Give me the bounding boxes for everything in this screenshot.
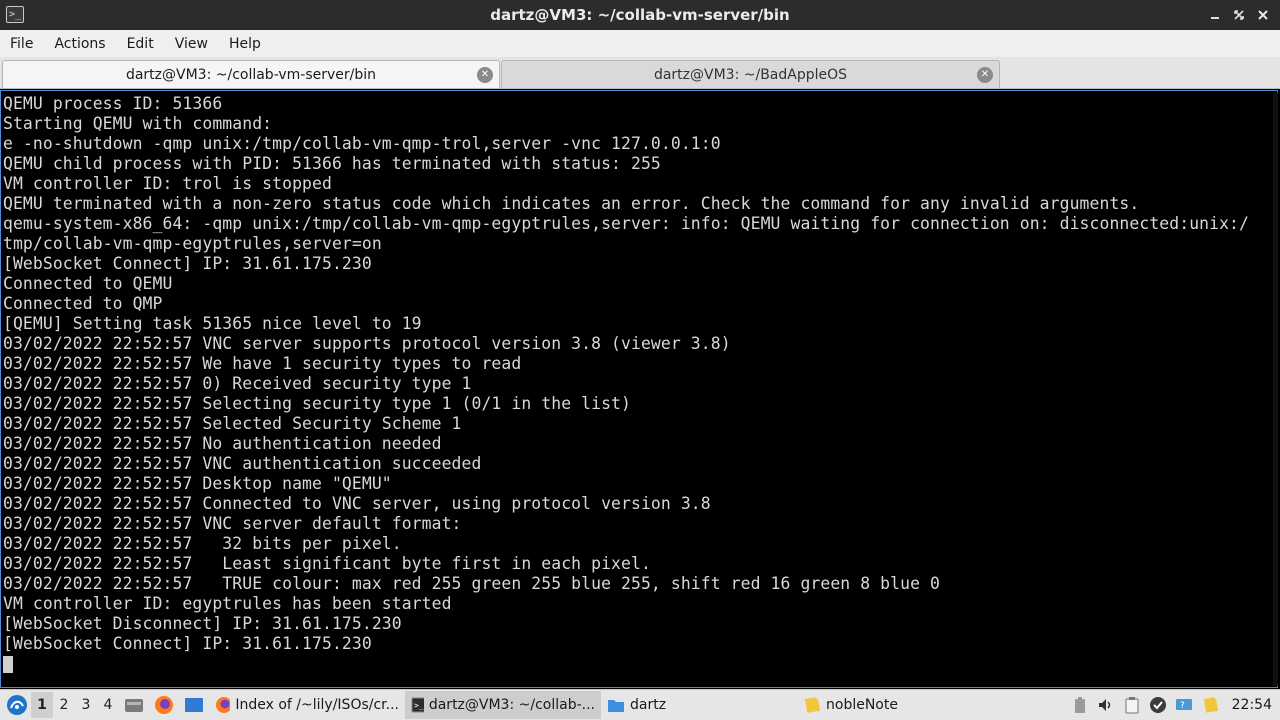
terminal-line: e -no-shutdown -qmp unix:/tmp/collab-vm-… [3, 134, 721, 153]
terminal-prompt-line [3, 654, 1277, 674]
desktop-switch-3[interactable]: 3 [75, 692, 97, 718]
menu-bar: File Actions Edit View Help [0, 30, 1280, 57]
terminal-line: tmp/collab-vm-qmp-egyptrules,server=on [3, 234, 382, 253]
tab-label: dartz@VM3: ~/BadAppleOS [653, 66, 848, 83]
terminal-line: 03/02/2022 22:52:57 Selecting security t… [3, 394, 631, 413]
clipboard-icon[interactable] [1122, 695, 1142, 715]
task-label: nobleNote [826, 697, 898, 713]
terminal-scrollbar[interactable] [1273, 92, 1278, 686]
maximize-button[interactable] [1232, 8, 1246, 22]
firefox-icon [155, 696, 173, 714]
start-menu-button[interactable] [3, 691, 31, 719]
task-file-manager[interactable]: dartz [601, 691, 797, 719]
terminal-output[interactable]: QEMU process ID: 51366 Starting QEMU with… [0, 90, 1278, 688]
terminal-line: 03/02/2022 22:52:57 Connected to VNC ser… [3, 494, 711, 513]
terminal-line: [WebSocket Connect] IP: 31.61.175.230 [3, 634, 372, 653]
network-icon[interactable]: ? [1174, 695, 1194, 715]
terminal-line: [WebSocket Connect] IP: 31.61.175.230 [3, 254, 372, 273]
terminal-line: 03/02/2022 22:52:57 VNC server default f… [3, 514, 462, 533]
lubuntu-logo-icon [7, 695, 27, 715]
terminal-line: 03/02/2022 22:52:57 32 bits per pixel. [3, 534, 402, 553]
terminal-line: 03/02/2022 22:52:57 Least significant by… [3, 554, 651, 573]
menu-file[interactable]: File [10, 36, 44, 52]
terminal-line: VM controller ID: egyptrules has been st… [3, 594, 452, 613]
desktop-switch-1[interactable]: 1 [31, 692, 53, 718]
window-title: dartz@VM3: ~/collab-vm-server/bin [490, 6, 790, 24]
desktop-icon [185, 698, 203, 712]
tab-collab-vm-server[interactable]: dartz@VM3: ~/collab-vm-server/bin ✕ [2, 60, 500, 88]
terminal-line: 03/02/2022 22:52:57 Selected Security Sc… [3, 414, 462, 433]
terminal-line: qemu-system-x86_64: -qmp unix:/tmp/colla… [3, 214, 1249, 233]
task-firefox[interactable]: Index of /~lily/ISOs/cr... [209, 691, 405, 719]
tab-badappleos[interactable]: dartz@VM3: ~/BadAppleOS ✕ [501, 60, 1000, 88]
tab-label: dartz@VM3: ~/collab-vm-server/bin [125, 66, 377, 83]
terminal-line: 03/02/2022 22:52:57 TRUE colour: max red… [3, 574, 940, 593]
task-terminal[interactable]: >_ dartz@VM3: ~/collab-... [405, 691, 601, 719]
system-tray: ? 22:54 [1070, 695, 1280, 715]
terminal-line: 03/02/2022 22:52:57 No authentication ne… [3, 434, 442, 453]
terminal-line: 03/02/2022 22:52:57 We have 1 security t… [3, 354, 522, 373]
minimize-icon [1211, 17, 1219, 19]
launch-file-manager-button[interactable] [122, 693, 146, 717]
terminal-line: 03/02/2022 22:52:57 Desktop name "QEMU" [3, 474, 392, 493]
taskbar: 1 2 3 4 Index of /~lily/ISOs/cr... >_ da… [0, 689, 1280, 720]
terminal-line: 03/02/2022 22:52:57 VNC server supports … [3, 334, 731, 353]
terminal-line: QEMU process ID: 51366 [3, 94, 223, 113]
menu-help[interactable]: Help [229, 36, 272, 52]
minimize-button[interactable] [1208, 8, 1222, 22]
svg-text:>_: >_ [414, 701, 424, 710]
window-titlebar: >_ dartz@VM3: ~/collab-vm-server/bin [0, 0, 1280, 30]
update-notifier-icon[interactable] [1148, 695, 1168, 715]
drawer-icon [125, 699, 143, 712]
terminal-line: Connected to QMP [3, 294, 163, 313]
notes-tray-icon[interactable] [1200, 695, 1220, 715]
terminal-line: QEMU terminated with a non-zero status c… [3, 194, 1140, 213]
task-label: dartz@VM3: ~/collab-... [428, 697, 595, 713]
terminal-line: [WebSocket Disconnect] IP: 31.61.175.230 [3, 614, 402, 633]
tab-close-icon[interactable]: ✕ [977, 67, 993, 83]
desktop-switch-4[interactable]: 4 [97, 692, 119, 718]
terminal-line: 03/02/2022 22:52:57 0) Received security… [3, 374, 472, 393]
terminal-app-icon[interactable]: >_ [6, 6, 24, 23]
volume-icon[interactable] [1096, 695, 1116, 715]
terminal-line: Connected to QEMU [3, 274, 173, 293]
task-noblenote[interactable]: nobleNote [797, 691, 993, 719]
note-icon [804, 697, 821, 713]
desktop-switch-2[interactable]: 2 [53, 692, 75, 718]
clock[interactable]: 22:54 [1232, 697, 1272, 713]
folder-icon [608, 700, 624, 712]
terminal-line: 03/02/2022 22:52:57 VNC authentication s… [3, 454, 482, 473]
menu-edit[interactable]: Edit [127, 36, 165, 52]
terminal-icon: >_ [411, 697, 424, 713]
terminal-line: Starting QEMU with command: [3, 114, 273, 133]
battery-icon[interactable] [1070, 695, 1090, 715]
tab-close-icon[interactable]: ✕ [477, 67, 493, 83]
svg-text:?: ? [1180, 701, 1185, 711]
menu-actions[interactable]: Actions [54, 36, 116, 52]
terminal-line: QEMU child process with PID: 51366 has t… [3, 154, 661, 173]
terminal-cursor [3, 656, 13, 673]
task-label: dartz [630, 697, 667, 713]
close-button[interactable] [1256, 8, 1270, 22]
show-desktop-button[interactable] [182, 693, 206, 717]
task-label: Index of /~lily/ISOs/cr... [235, 697, 399, 713]
terminal-line: VM controller ID: trol is stopped [3, 174, 332, 193]
terminal-line: [QEMU] Setting task 51365 nice level to … [3, 314, 422, 333]
launch-firefox-button[interactable] [152, 693, 176, 717]
close-icon [1258, 10, 1268, 20]
tab-bar: dartz@VM3: ~/collab-vm-server/bin ✕ dart… [0, 57, 1280, 89]
firefox-icon [216, 697, 231, 713]
window-controls [1208, 0, 1270, 30]
menu-view[interactable]: View [175, 36, 219, 52]
maximize-icon [1234, 10, 1244, 20]
